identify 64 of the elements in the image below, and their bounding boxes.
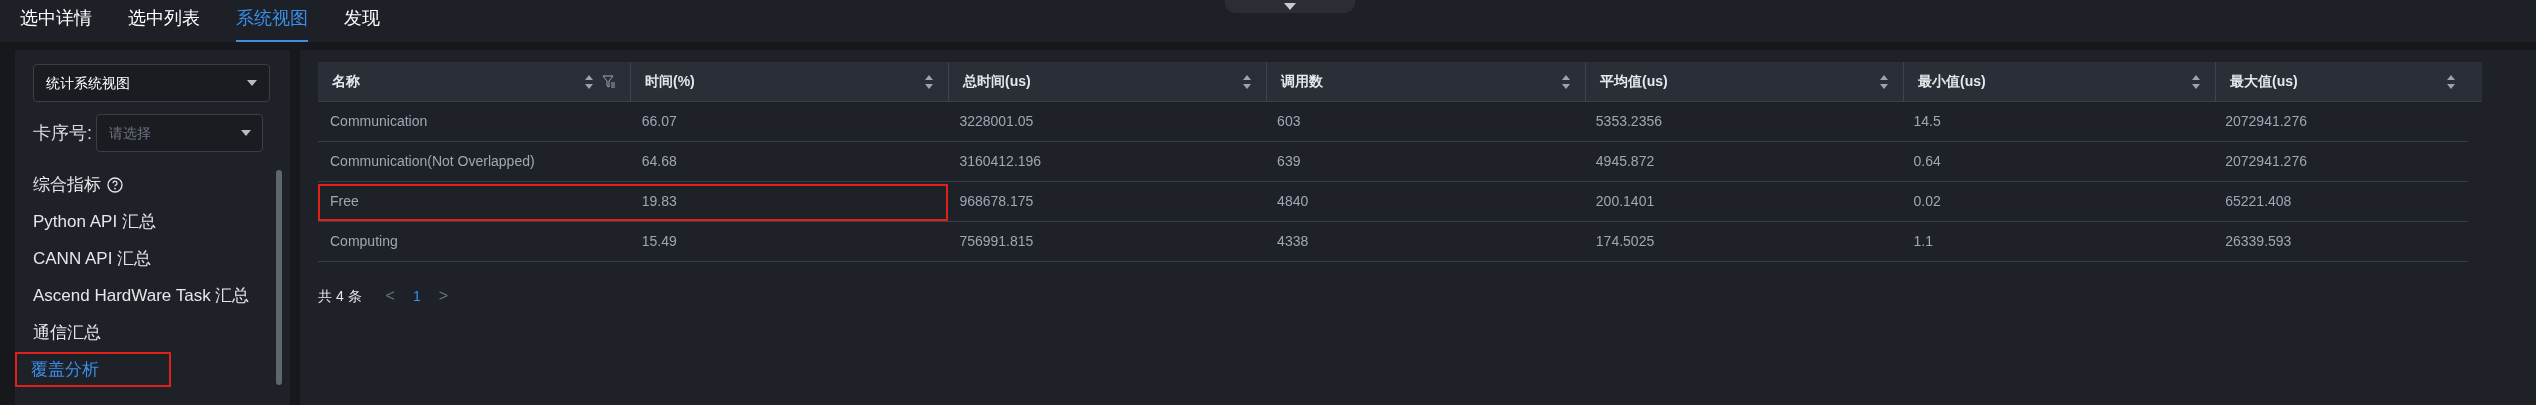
collapse-handle[interactable] [1225, 0, 1355, 13]
sort-icon[interactable] [1242, 73, 1252, 90]
sidebar-item[interactable]: 综合指标 [33, 171, 101, 198]
table-cell-text: Free [329, 192, 360, 211]
table-cell-text: 639 [1276, 152, 1302, 171]
sidebar-item[interactable]: Python API 汇总 [33, 208, 156, 235]
table-cell-text: 65221.408 [2224, 192, 2293, 211]
table-cell-text: 14.5 [1912, 112, 1942, 131]
table-cell-text: 2072941.276 [2224, 152, 2308, 171]
table-cell-text: 603 [1276, 112, 1302, 131]
caret-icon [241, 130, 251, 136]
sort-icon[interactable] [2191, 73, 2201, 90]
table-cell-text: 3228001.05 [958, 112, 1035, 131]
tab[interactable]: 系统视图 [236, 5, 308, 42]
column-header: 最小值(us) [1918, 72, 1986, 91]
caret-icon [247, 80, 257, 86]
table-cell-text: 19.83 [640, 192, 678, 211]
sort-icon[interactable] [584, 73, 594, 90]
table-cell-text: 5353.2356 [1594, 112, 1663, 131]
table-cell-text: 4840 [1276, 192, 1310, 211]
tab[interactable]: 选中列表 [128, 5, 200, 42]
sort-icon[interactable] [924, 73, 934, 90]
sidebar-item[interactable]: 通信汇总 [33, 319, 101, 346]
view-select[interactable]: 统计系统视图 [33, 64, 270, 102]
card-label: 卡序号: [33, 121, 92, 145]
tab[interactable]: 发现 [344, 5, 380, 42]
sort-icon[interactable] [1561, 73, 1571, 90]
table-cell-text: 64.68 [640, 152, 678, 171]
table-cell-text: 4338 [1276, 232, 1310, 251]
column-header: 平均值(us) [1600, 72, 1668, 91]
table-cell-text: 0.02 [1912, 192, 1942, 211]
column-header: 最大值(us) [2230, 72, 2298, 91]
table-cell-text: Communication [329, 112, 429, 131]
table-cell-text: 200.1401 [1594, 192, 1656, 211]
table-cell-text: Communication(Not Overlapped) [329, 152, 536, 171]
table-cell-text: 0.64 [1912, 152, 1942, 171]
table-cell-text: 15.49 [640, 232, 678, 251]
total-count: 共 4 条 [318, 286, 362, 306]
sidebar-item[interactable]: Ascend HardWare Task 汇总 [33, 282, 250, 309]
card-select[interactable]: 请选择 [96, 114, 263, 152]
table-cell-text: 174.5025 [1594, 232, 1656, 251]
sort-icon[interactable] [2446, 73, 2456, 90]
table-cell-text: 3160412.196 [958, 152, 1043, 171]
column-header: 名称 [332, 72, 360, 91]
sidebar-item[interactable]: CANN API 汇总 [33, 245, 152, 272]
table-cell-text: 1.1 [1912, 232, 1934, 251]
column-header: 时间(%) [645, 72, 695, 91]
table-cell-text: 66.07 [640, 112, 678, 131]
sidebar-item[interactable]: 覆盖分析 [17, 353, 169, 386]
table-cell-text: 2072941.276 [2224, 112, 2308, 131]
filter-icon[interactable] [602, 74, 616, 89]
sort-icon[interactable] [1879, 73, 1889, 90]
table-cell-text: 756991.815 [958, 232, 1035, 251]
table-cell-text: 26339.593 [2224, 232, 2293, 251]
caret-icon [1284, 3, 1296, 10]
tab[interactable]: 选中详情 [20, 5, 92, 42]
scrollbar[interactable] [276, 170, 282, 385]
table-cell-text: 4945.872 [1594, 152, 1656, 171]
column-header: 总时间(us) [963, 72, 1031, 91]
table-cell-text: 968678.175 [958, 192, 1035, 211]
column-header: 调用数 [1281, 72, 1323, 91]
table-cell-text: Computing [329, 232, 399, 251]
help-icon[interactable] [107, 176, 123, 193]
page-button[interactable]: 1 [412, 285, 421, 307]
